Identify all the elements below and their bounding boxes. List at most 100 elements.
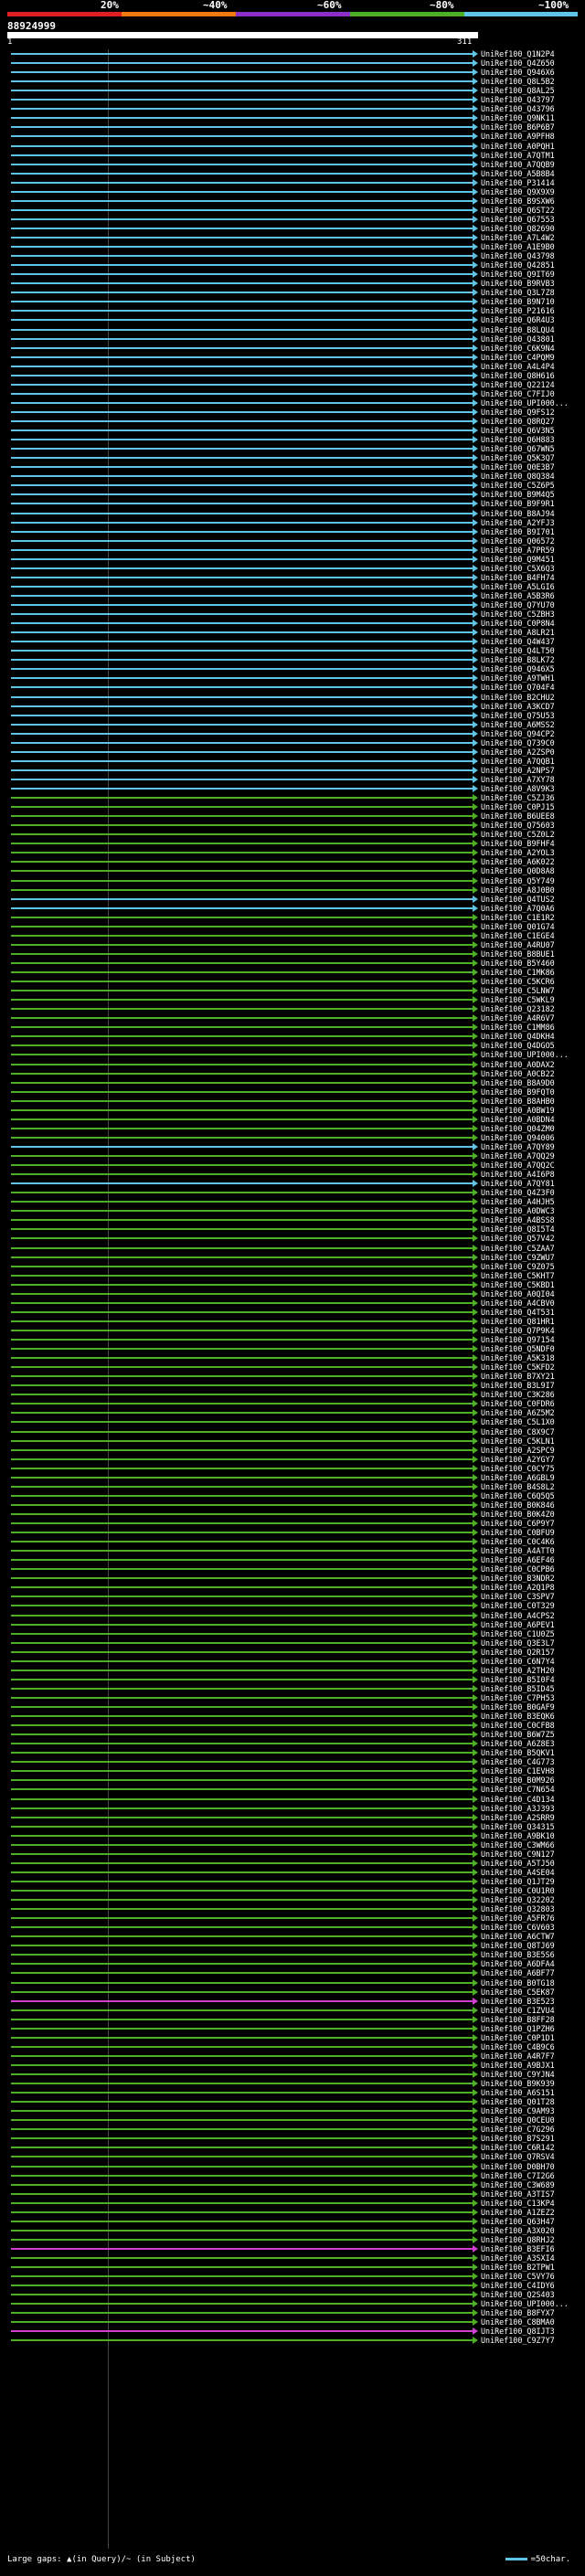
hit-row[interactable]: UniRef100_A7QTM1 <box>0 151 585 160</box>
hit-id-link[interactable]: UniRef100_A0DWC3 <box>481 1206 555 1215</box>
hit-id-link[interactable]: UniRef100_B5Y460 <box>481 959 555 968</box>
hit-id-link[interactable]: UniRef100_Q82690 <box>481 224 555 233</box>
hit-row[interactable]: UniRef100_A2TH20 <box>0 1666 585 1675</box>
hit-id-link[interactable]: UniRef100_C6K9N4 <box>481 344 555 353</box>
hit-id-link[interactable]: UniRef100_Q7RSV4 <box>481 2152 555 2161</box>
hit-row[interactable]: UniRef100_B6W7Z5 <box>0 1730 585 1739</box>
hit-row[interactable]: UniRef100_A6K022 <box>0 857 585 866</box>
hit-id-link[interactable]: UniRef100_B8LQU4 <box>481 325 555 334</box>
hit-id-link[interactable]: UniRef100_A4SE04 <box>481 1868 555 1877</box>
hit-row[interactable]: UniRef100_Q0CEU0 <box>0 2115 585 2125</box>
hit-row[interactable]: UniRef100_C0PJ15 <box>0 802 585 811</box>
hit-id-link[interactable]: UniRef100_C7N654 <box>481 1785 555 1794</box>
hit-row[interactable]: UniRef100_C7G296 <box>0 2125 585 2134</box>
hit-row[interactable]: UniRef100_Q9X9X9 <box>0 187 585 196</box>
hit-id-link[interactable]: UniRef100_Q57V42 <box>481 1234 555 1243</box>
hit-id-link[interactable]: UniRef100_B0TG18 <box>481 1978 555 1988</box>
hit-id-link[interactable]: UniRef100_B3E523 <box>481 1997 555 2006</box>
hit-id-link[interactable]: UniRef100_C0PJ15 <box>481 802 555 811</box>
hit-id-link[interactable]: UniRef100_C5KBD1 <box>481 1280 555 1289</box>
hit-row[interactable]: UniRef100_P31414 <box>0 178 585 187</box>
hit-row[interactable]: UniRef100_A9TWH1 <box>0 673 585 683</box>
hit-id-link[interactable]: UniRef100_Q4Z3F0 <box>481 1188 555 1197</box>
hit-id-link[interactable]: UniRef100_B8FYX7 <box>481 2308 555 2317</box>
hit-id-link[interactable]: UniRef100_C1ZVU4 <box>481 2006 555 2015</box>
hit-id-link[interactable]: UniRef100_C6P9Y7 <box>481 1519 555 1528</box>
hit-id-link[interactable]: UniRef100_UPI000... <box>481 398 569 408</box>
hit-id-link[interactable]: UniRef100_C1MM86 <box>481 1023 555 1032</box>
hit-id-link[interactable]: UniRef100_A6CTW7 <box>481 1932 555 1941</box>
hit-id-link[interactable]: UniRef100_A6BF77 <box>481 1968 555 1977</box>
hit-row[interactable]: UniRef100_Q4Z3F0 <box>0 1188 585 1197</box>
hit-row[interactable]: UniRef100_A7QQB9 <box>0 160 585 169</box>
hit-id-link[interactable]: UniRef100_A2TH20 <box>481 1666 555 1675</box>
hit-row[interactable]: UniRef100_Q8TJ69 <box>0 1941 585 1950</box>
hit-row[interactable]: UniRef100_Q4TUS2 <box>0 895 585 904</box>
hit-id-link[interactable]: UniRef100_C5KFD2 <box>481 1362 555 1372</box>
hit-id-link[interactable]: UniRef100_C0P8N4 <box>481 619 555 628</box>
hit-row[interactable]: UniRef100_Q8AL25 <box>0 86 585 95</box>
hit-id-link[interactable]: UniRef100_Q4TUS2 <box>481 895 555 904</box>
hit-id-link[interactable]: UniRef100_Q9M451 <box>481 555 555 564</box>
hit-row[interactable]: UniRef100_A3KCD7 <box>0 702 585 711</box>
hit-id-link[interactable]: UniRef100_C6R142 <box>481 2143 555 2152</box>
hit-id-link[interactable]: UniRef100_B4FH74 <box>481 573 555 582</box>
hit-id-link[interactable]: UniRef100_A6PEV1 <box>481 1620 555 1629</box>
hit-id-link[interactable]: UniRef100_C0CPB6 <box>481 1564 555 1574</box>
hit-id-link[interactable]: UniRef100_Q43798 <box>481 251 555 260</box>
hit-row[interactable]: UniRef100_A0DAX2 <box>0 1060 585 1069</box>
hit-id-link[interactable]: UniRef100_C5ZAA7 <box>481 1244 555 1253</box>
hit-id-link[interactable]: UniRef100_Q5NDF0 <box>481 1344 555 1353</box>
hit-row[interactable]: UniRef100_A0QI04 <box>0 1289 585 1299</box>
hit-id-link[interactable]: UniRef100_Q32803 <box>481 1904 555 1913</box>
hit-row[interactable]: UniRef100_C5EK87 <box>0 1988 585 1997</box>
hit-id-link[interactable]: UniRef100_Q7P9K4 <box>481 1326 555 1335</box>
hit-row[interactable]: UniRef100_UPI000... <box>0 1050 585 1059</box>
hit-row[interactable]: UniRef100_A6CTW7 <box>0 1932 585 1941</box>
hit-id-link[interactable]: UniRef100_B0GAF9 <box>481 1702 555 1712</box>
hit-id-link[interactable]: UniRef100_A3X020 <box>481 2226 555 2235</box>
hit-row[interactable]: UniRef100_A7Q0A6 <box>0 904 585 913</box>
hit-row[interactable]: UniRef100_Q8I5T4 <box>0 1224 585 1234</box>
hit-id-link[interactable]: UniRef100_A9BJX1 <box>481 2061 555 2070</box>
hit-row[interactable]: UniRef100_Q82690 <box>0 224 585 233</box>
hit-row[interactable]: UniRef100_Q7YU70 <box>0 600 585 610</box>
hit-id-link[interactable]: UniRef100_A3SXI4 <box>481 2253 555 2263</box>
hit-id-link[interactable]: UniRef100_Q1PZH6 <box>481 2024 555 2033</box>
hit-id-link[interactable]: UniRef100_Q704F4 <box>481 683 555 692</box>
hit-row[interactable]: UniRef100_C4PQM9 <box>0 353 585 362</box>
hit-row[interactable]: UniRef100_C9AM93 <box>0 2106 585 2115</box>
hit-row[interactable]: UniRef100_C5LNW7 <box>0 986 585 995</box>
hit-id-link[interactable]: UniRef100_A7QTM1 <box>481 151 555 160</box>
hit-id-link[interactable]: UniRef100_A2SPC9 <box>481 1446 555 1455</box>
hit-id-link[interactable]: UniRef100_A6K022 <box>481 857 555 866</box>
hit-row[interactable]: UniRef100_A6Z5M2 <box>0 1408 585 1417</box>
hit-row[interactable]: UniRef100_Q1N2P4 <box>0 49 585 58</box>
hit-row[interactable]: UniRef100_A2ZSP0 <box>0 747 585 757</box>
hit-id-link[interactable]: UniRef100_Q8AL25 <box>481 86 555 95</box>
hit-id-link[interactable]: UniRef100_B8BUE1 <box>481 949 555 959</box>
hit-row[interactable]: UniRef100_B0TG18 <box>0 1978 585 1988</box>
hit-id-link[interactable]: UniRef100_B9N710 <box>481 297 555 306</box>
hit-id-link[interactable]: UniRef100_B3E5S6 <box>481 1950 555 1959</box>
hit-row[interactable]: UniRef100_A2YGY7 <box>0 1455 585 1464</box>
hit-id-link[interactable]: UniRef100_Q4T531 <box>481 1308 555 1317</box>
hit-row[interactable]: UniRef100_Q8RHJ2 <box>0 2235 585 2244</box>
hit-row[interactable]: UniRef100_C5KFD2 <box>0 1362 585 1372</box>
hit-row[interactable]: UniRef100_A7L4W2 <box>0 233 585 242</box>
hit-row[interactable]: UniRef100_Q4W437 <box>0 637 585 646</box>
hit-id-link[interactable]: UniRef100_C3W689 <box>481 2180 555 2189</box>
hit-row[interactable]: UniRef100_A7XY78 <box>0 775 585 784</box>
hit-id-link[interactable]: UniRef100_C3WM66 <box>481 1840 555 1850</box>
hit-id-link[interactable]: UniRef100_Q97154 <box>481 1335 555 1344</box>
hit-id-link[interactable]: UniRef100_A5B3R6 <box>481 591 555 600</box>
hit-id-link[interactable]: UniRef100_C0T329 <box>481 1601 555 1610</box>
hit-id-link[interactable]: UniRef100_B9FQT0 <box>481 1087 555 1097</box>
hit-row[interactable]: UniRef100_A4L4P4 <box>0 362 585 371</box>
hit-id-link[interactable]: UniRef100_Q32202 <box>481 1895 555 1904</box>
hit-id-link[interactable]: UniRef100_C9N127 <box>481 1850 555 1859</box>
hit-id-link[interactable]: UniRef100_B8AJ94 <box>481 509 555 518</box>
hit-id-link[interactable]: UniRef100_A2ZSP0 <box>481 747 555 757</box>
hit-row[interactable]: UniRef100_A8LR21 <box>0 628 585 637</box>
hit-id-link[interactable]: UniRef100_Q9FS12 <box>481 408 555 417</box>
